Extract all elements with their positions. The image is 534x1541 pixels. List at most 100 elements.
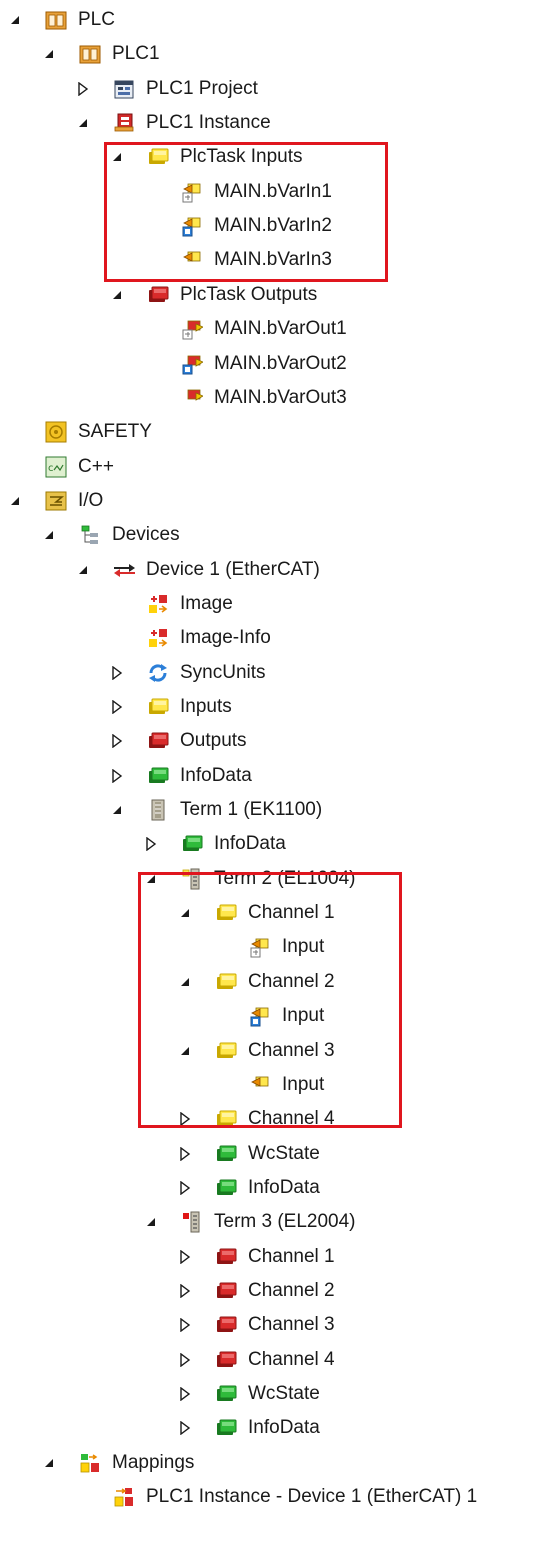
tree-node-plc[interactable]: PLC (0, 3, 534, 37)
tree-node-safety[interactable]: SAFETY (0, 415, 534, 449)
expand-arrow-icon[interactable] (178, 896, 192, 930)
red-outputs-icon (215, 1314, 237, 1336)
tree-node-device-1-ethercat[interactable]: Device 1 (EtherCAT) (0, 553, 534, 587)
collapse-arrow-icon[interactable] (76, 72, 90, 106)
tree-node-label: MAIN.bVarIn3 (214, 249, 332, 271)
collapse-arrow-icon[interactable] (178, 1274, 192, 1308)
tree-node-plc1[interactable]: PLC1 (0, 37, 534, 71)
tree-node-plc1-instance[interactable]: PLC1 Instance (0, 106, 534, 140)
collapse-arrow-icon[interactable] (178, 1137, 192, 1171)
green-infodata-icon (215, 1143, 237, 1165)
tree-node-term-2-el1004[interactable]: Term 2 (EL1004) (0, 862, 534, 896)
expand-arrow-icon[interactable] (8, 484, 22, 518)
tree-node-channel-3[interactable]: Channel 3 (0, 1034, 534, 1068)
tree-node-channel-2[interactable]: Channel 2 (0, 1274, 534, 1308)
collapse-arrow-icon[interactable] (178, 1102, 192, 1136)
devices-icon (79, 524, 101, 546)
collapse-arrow-icon[interactable] (178, 1411, 192, 1445)
expand-arrow-icon[interactable] (110, 278, 124, 312)
tree-node-infodata[interactable]: InfoData (0, 1411, 534, 1445)
tree-node-label: Outputs (180, 730, 247, 752)
tree-node-main-bvarout3[interactable]: MAIN.bVarOut3 (0, 381, 534, 415)
tree-node-c[interactable]: c C++ (0, 450, 534, 484)
tree-node-label: Device 1 (EtherCAT) (146, 558, 320, 580)
tree-node-devices[interactable]: Devices (0, 518, 534, 552)
expand-arrow-icon[interactable] (144, 1205, 158, 1239)
collapse-arrow-icon[interactable] (178, 1308, 192, 1342)
tree-node-channel-2[interactable]: Channel 2 (0, 965, 534, 999)
expand-arrow-icon[interactable] (76, 106, 90, 140)
expand-arrow-icon[interactable] (110, 140, 124, 174)
tree-node-syncunits[interactable]: SyncUnits (0, 656, 534, 690)
tree-node-label: MAIN.bVarOut1 (214, 318, 347, 340)
tree-node-infodata[interactable]: InfoData (0, 1171, 534, 1205)
expand-arrow-icon[interactable] (42, 37, 56, 71)
red-outputs-icon (147, 730, 169, 752)
tree-node-channel-4[interactable]: Channel 4 (0, 1343, 534, 1377)
image-icon (147, 593, 169, 615)
collapse-arrow-icon[interactable] (110, 759, 124, 793)
tree-node-infodata[interactable]: InfoData (0, 759, 534, 793)
expand-arrow-icon[interactable] (42, 1446, 56, 1480)
tree-node-inputs[interactable]: Inputs (0, 690, 534, 724)
expand-arrow-icon[interactable] (144, 862, 158, 896)
expand-arrow-icon[interactable] (178, 965, 192, 999)
tree-node-main-bvarin1[interactable]: MAIN.bVarIn1 (0, 175, 534, 209)
expand-arrow-icon[interactable] (178, 1034, 192, 1068)
tree-node-wcstate[interactable]: WcState (0, 1137, 534, 1171)
tree-node-label: SyncUnits (180, 661, 266, 683)
tree-node-input[interactable]: Input (0, 1068, 534, 1102)
tree-node-term-3-el2004[interactable]: Term 3 (EL2004) (0, 1205, 534, 1239)
tree-node-input[interactable]: Input (0, 999, 534, 1033)
tree-node-wcstate[interactable]: WcState (0, 1377, 534, 1411)
tree-node-channel-1[interactable]: Channel 1 (0, 1240, 534, 1274)
tree-node-term-1-ek1100[interactable]: Term 1 (EK1100) (0, 793, 534, 827)
collapse-arrow-icon[interactable] (110, 690, 124, 724)
tree-node-main-bvarout1[interactable]: MAIN.bVarOut1 (0, 312, 534, 346)
expand-arrow-icon[interactable] (76, 553, 90, 587)
collapse-arrow-icon[interactable] (144, 827, 158, 861)
collapse-arrow-icon[interactable] (110, 724, 124, 758)
tree-node-infodata[interactable]: InfoData (0, 827, 534, 861)
collapse-arrow-icon[interactable] (178, 1343, 192, 1377)
expand-arrow-icon[interactable] (110, 793, 124, 827)
collapse-arrow-icon[interactable] (178, 1171, 192, 1205)
expand-arrow-icon[interactable] (42, 518, 56, 552)
expand-arrow-icon[interactable] (8, 3, 22, 37)
collapse-arrow-icon[interactable] (178, 1240, 192, 1274)
tree-node-i-o[interactable]: I/O (0, 484, 534, 518)
tree-node-label: PLC1 Project (146, 77, 258, 99)
tree-node-channel-1[interactable]: Channel 1 (0, 896, 534, 930)
tree-node-label: Channel 3 (248, 1314, 335, 1336)
tree-node-label: Channel 2 (248, 1279, 335, 1301)
tree-node-plc1-instance-device-1-ethercat-1[interactable]: PLC1 Instance - Device 1 (EtherCAT) 1 (0, 1480, 534, 1514)
tree-node-plc1-project[interactable]: PLC1 Project (0, 72, 534, 106)
tree-node-label: Inputs (180, 696, 232, 717)
tree-node-plctask-outputs[interactable]: PlcTask Outputs (0, 278, 534, 312)
tree-node-label: Channel 3 (248, 1039, 335, 1061)
tree-node-plctask-inputs[interactable]: PlcTask Inputs (0, 140, 534, 174)
tree-node-label: Term 2 (EL1004) (214, 867, 356, 889)
tree-node-label: Input (282, 1005, 325, 1027)
yellow-inputs-icon (215, 971, 237, 993)
yellow-inputs-icon (215, 1108, 237, 1130)
mapping-entry-icon (113, 1486, 135, 1508)
output-variable-linked-icon (181, 353, 203, 375)
tree-node-label: PLC1 Instance - Device 1 (EtherCAT) 1 (146, 1486, 478, 1508)
tree-node-channel-4[interactable]: Channel 4 (0, 1102, 534, 1136)
tree-node-channel-3[interactable]: Channel 3 (0, 1308, 534, 1342)
tree-node-main-bvarout2[interactable]: MAIN.bVarOut2 (0, 347, 534, 381)
tree-node-label: Devices (112, 524, 180, 546)
tree-node-image[interactable]: Image (0, 587, 534, 621)
tree-node-main-bvarin3[interactable]: MAIN.bVarIn3 (0, 243, 534, 277)
collapse-arrow-icon[interactable] (110, 656, 124, 690)
collapse-arrow-icon[interactable] (178, 1377, 192, 1411)
tree-node-main-bvarin2[interactable]: MAIN.bVarIn2 (0, 209, 534, 243)
tree-node-outputs[interactable]: Outputs (0, 724, 534, 758)
red-outputs-icon (147, 284, 169, 306)
tree-node-image-info[interactable]: Image-Info (0, 621, 534, 655)
safety-icon (45, 421, 67, 443)
tree-node-input[interactable]: Input (0, 930, 534, 964)
tree-node-mappings[interactable]: Mappings (0, 1446, 534, 1480)
tree-node-label: Mappings (112, 1451, 195, 1473)
